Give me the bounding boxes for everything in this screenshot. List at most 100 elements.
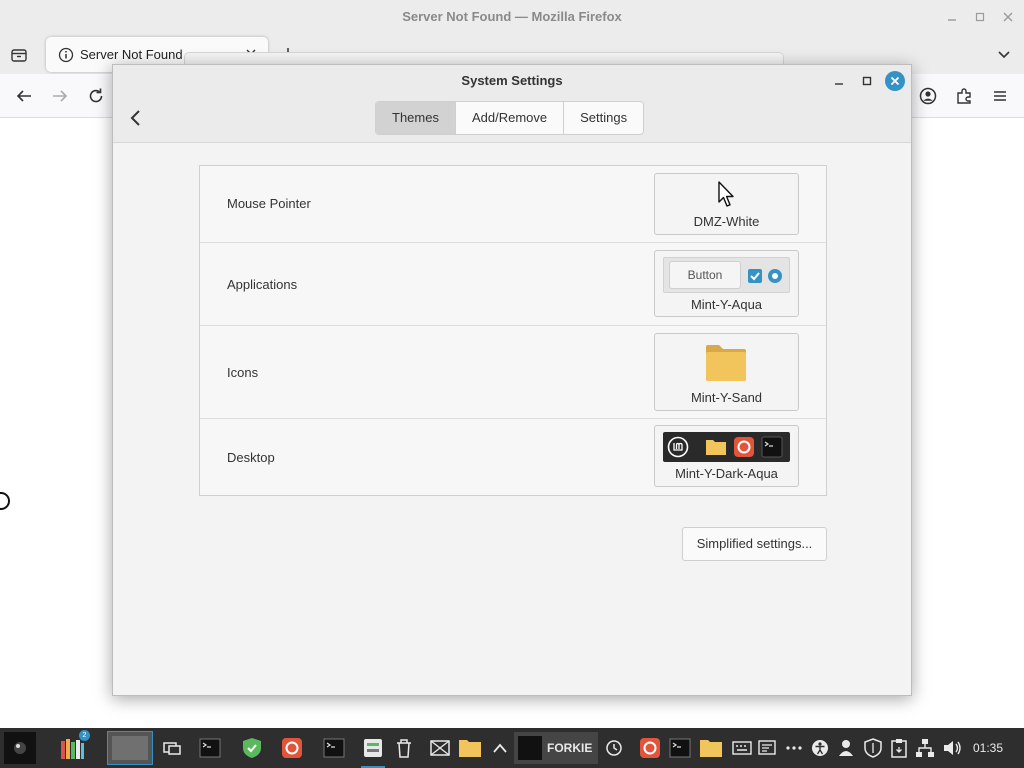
mint-logo-icon — [667, 436, 689, 458]
list-all-tabs-button[interactable] — [8, 44, 30, 66]
more-applets-button[interactable] — [780, 734, 808, 762]
themes-list: Mouse Pointer DMZ-White Applications But… — [199, 165, 827, 496]
dialog-maximize-button[interactable] — [857, 71, 877, 91]
bookshelf-app-button[interactable]: 2 — [58, 730, 90, 762]
firefox-close-button[interactable] — [994, 0, 1022, 34]
app-menu-button[interactable] — [990, 86, 1010, 106]
volume-applet[interactable] — [938, 734, 966, 762]
applications-theme-preview: Button — [663, 257, 790, 293]
extensions-button[interactable] — [954, 86, 974, 106]
firefox-window-button[interactable] — [636, 734, 664, 762]
desktop-theme-button[interactable]: Mint-Y-Dark-Aqua — [654, 425, 799, 487]
mail-icon — [430, 740, 450, 756]
accessibility-icon — [812, 740, 828, 756]
user-icon — [839, 740, 853, 756]
mouse-pointer-icon — [718, 181, 734, 207]
tab-title: Server Not Found — [80, 47, 183, 62]
clock-icon — [606, 740, 622, 756]
reload-icon — [89, 88, 103, 103]
puzzle-icon — [957, 88, 971, 104]
user-applet[interactable] — [832, 734, 860, 762]
firefox-minimize-button[interactable] — [938, 0, 966, 34]
account-button[interactable] — [918, 86, 938, 106]
forkie-app-icon — [518, 736, 542, 760]
row-label: Desktop — [227, 450, 275, 465]
radio-icon — [768, 269, 782, 283]
folder-icon — [706, 440, 726, 455]
forward-button[interactable] — [50, 86, 70, 106]
firefox-icon — [734, 437, 754, 457]
folder-icon — [706, 345, 746, 381]
mail-launcher[interactable] — [426, 734, 454, 762]
dialog-minimize-button[interactable] — [829, 71, 849, 91]
keyboard-icon — [732, 741, 752, 755]
update-manager-launcher[interactable] — [238, 734, 266, 762]
more-icon — [786, 746, 802, 750]
terminal-icon — [761, 436, 783, 458]
icons-theme-button[interactable]: Mint-Y-Sand — [654, 333, 799, 411]
firefox-launcher[interactable] — [278, 734, 306, 762]
menu-launcher-button[interactable] — [4, 732, 36, 764]
folder-icon — [459, 740, 481, 757]
show-windows-button[interactable] — [158, 734, 186, 762]
shield-icon — [243, 738, 261, 758]
terminal-icon — [669, 738, 691, 758]
mouse-pointer-theme-button[interactable]: DMZ-White — [654, 173, 799, 235]
files-window-button[interactable] — [697, 734, 725, 762]
firewall-applet[interactable] — [859, 734, 887, 762]
folder-icon — [700, 740, 722, 757]
settings-tabs: Themes Add/Remove Settings — [375, 101, 645, 135]
clipboard-applet[interactable] — [885, 734, 913, 762]
terminal-icon — [323, 738, 345, 758]
terminal-icon — [199, 738, 221, 758]
notes-applet[interactable] — [754, 734, 782, 762]
simplified-settings-button[interactable]: Simplified settings... — [682, 527, 827, 561]
notification-badge: 2 — [79, 730, 90, 741]
dialog-header: System Settings Themes Add/Remove Settin… — [113, 65, 911, 143]
system-settings-launcher[interactable] — [359, 734, 387, 768]
info-icon — [58, 47, 74, 62]
maximize-icon — [862, 76, 872, 86]
clock-app-button[interactable] — [600, 734, 628, 762]
maximize-icon — [975, 12, 985, 22]
keyboard-applet[interactable] — [728, 734, 756, 762]
account-icon — [919, 87, 937, 105]
chevron-down-icon[interactable] — [996, 46, 1012, 62]
page-graphic-circle — [0, 492, 10, 510]
terminal-launcher-2[interactable] — [320, 734, 348, 762]
clock[interactable]: 01:35 — [966, 728, 1010, 768]
taskbar-window-label: FORKIE — [547, 741, 593, 755]
taskbar-window-forkie[interactable]: FORKIE — [514, 732, 598, 764]
checkbox-icon — [748, 269, 762, 283]
trash-icon — [397, 739, 411, 758]
trash-launcher[interactable] — [390, 734, 418, 762]
tab-settings[interactable]: Settings — [564, 102, 644, 134]
firefox-maximize-button[interactable] — [966, 0, 994, 34]
reload-button[interactable] — [86, 86, 106, 106]
dialog-close-button[interactable] — [885, 71, 905, 91]
workspace-thumbnail — [112, 736, 148, 760]
theme-row-mouse-pointer: Mouse Pointer DMZ-White — [200, 166, 826, 243]
back-button[interactable] — [14, 86, 34, 106]
firefox-icon — [640, 738, 660, 758]
expand-panel-button[interactable] — [486, 734, 514, 762]
windows-overview-icon — [163, 742, 181, 755]
volume-icon — [944, 741, 961, 755]
chevron-left-icon — [130, 110, 140, 126]
applications-theme-button[interactable]: Button Mint-Y-Aqua — [654, 250, 799, 317]
theme-value: Mint-Y-Aqua — [690, 297, 763, 312]
files-launcher[interactable] — [456, 734, 484, 762]
accessibility-applet[interactable] — [806, 734, 834, 762]
tab-themes[interactable]: Themes — [376, 102, 456, 134]
terminal-launcher[interactable] — [196, 734, 224, 762]
network-applet[interactable] — [911, 734, 939, 762]
terminal-window-button[interactable] — [666, 734, 694, 762]
workspace-switcher[interactable] — [107, 731, 153, 765]
arrow-right-icon — [53, 90, 68, 102]
desktop-theme-preview — [663, 432, 790, 462]
back-button[interactable] — [127, 107, 143, 129]
shield-icon — [864, 738, 882, 758]
preview-button: Button — [669, 261, 741, 289]
tab-add-remove[interactable]: Add/Remove — [455, 102, 565, 134]
tab-list-icon — [11, 49, 27, 62]
